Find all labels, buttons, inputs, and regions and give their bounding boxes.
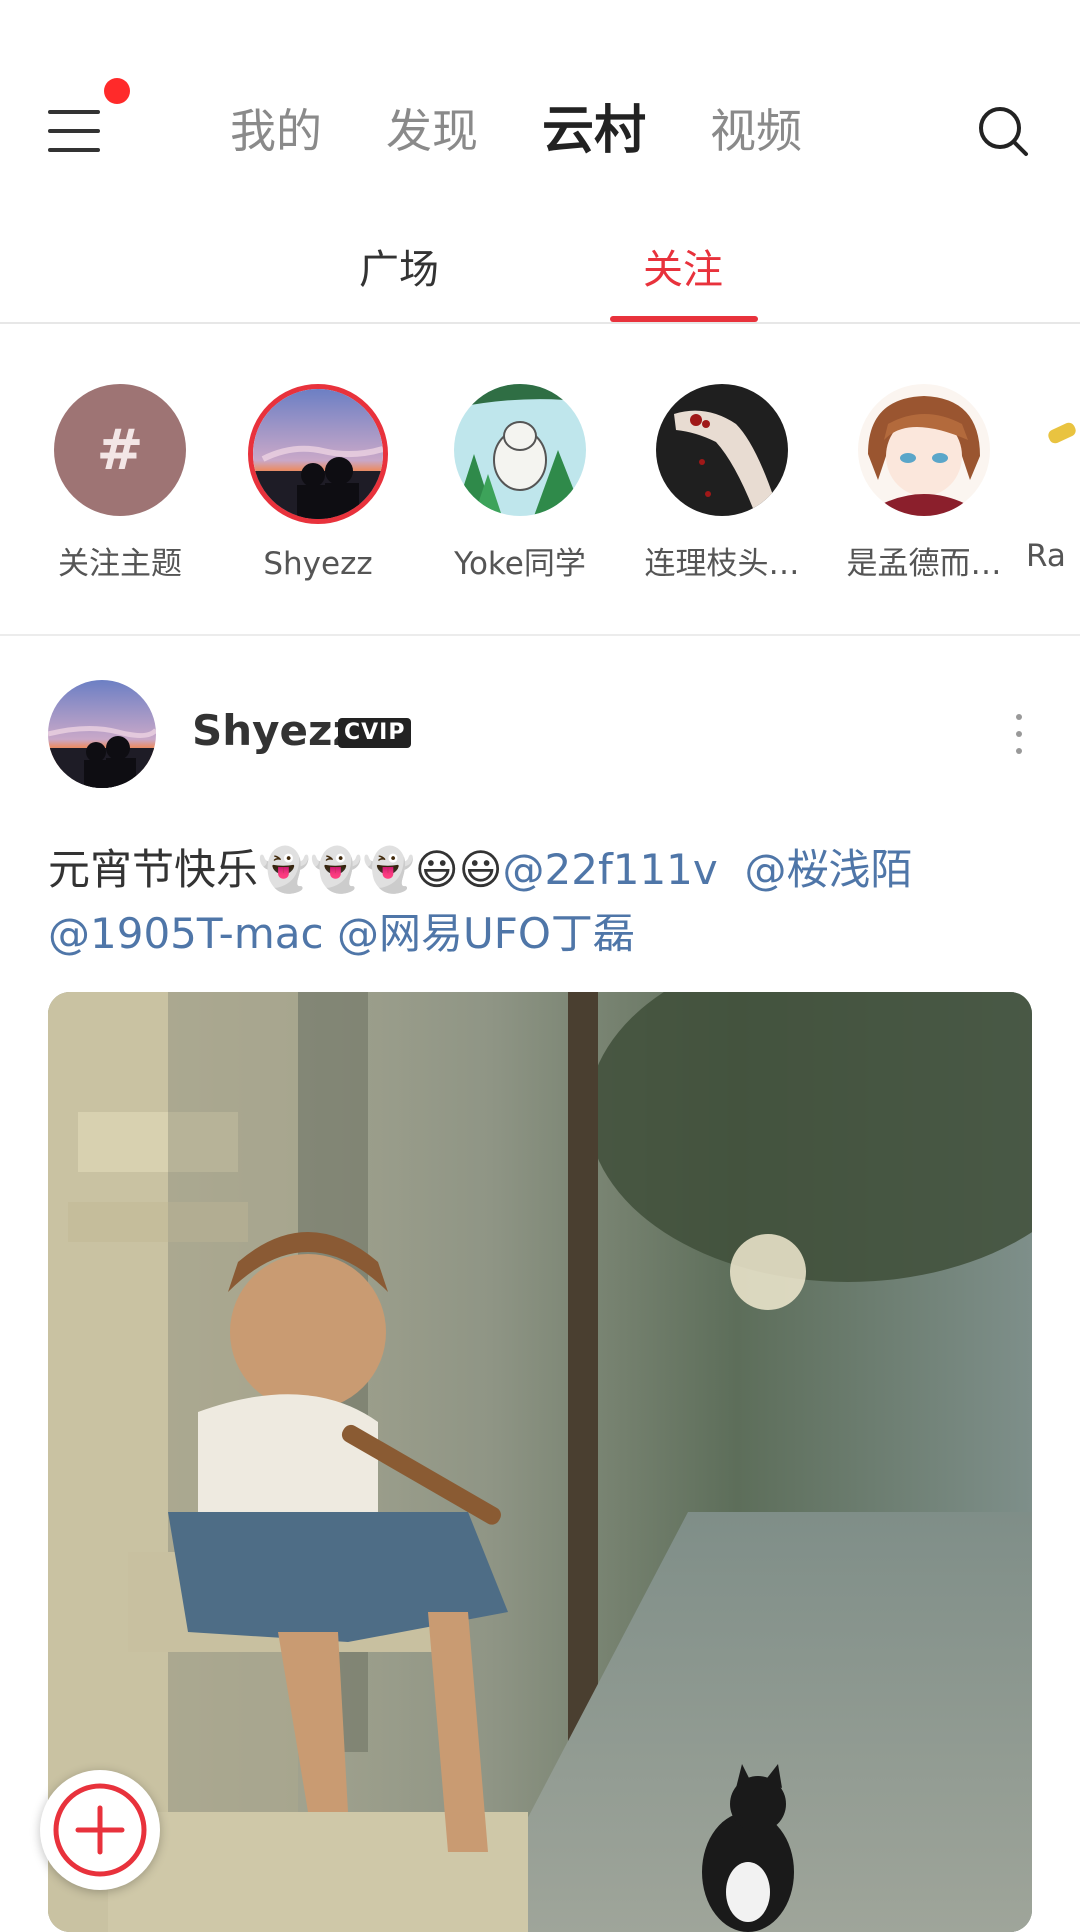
menu-icon[interactable] [48,110,100,152]
post-content: 元宵节快乐👻👻👻😃😃@22f111v @桜浅陌 @1905T-mac @网易UF… [48,838,1032,966]
following-item[interactable]: Shyezz [218,384,418,582]
avatar [858,384,990,516]
vip-badge: CVIP [338,718,412,748]
avatar [1026,384,1080,516]
mention-link[interactable]: @22f111v [503,845,718,894]
post-username[interactable]: Shyezz [192,706,357,755]
following-name: Ra [1026,538,1066,574]
top-nav: 我的 发现 云村 视频 [0,0,1080,200]
post-header: Shyezz CVIP [48,680,1032,788]
create-post-button[interactable] [40,1770,160,1890]
mention-link[interactable]: @1905T-mac [48,909,324,958]
following-name: 连理枝头… [644,546,800,582]
following-item[interactable]: 是孟德而… [824,384,1024,583]
smile-emoji: 😃 [458,845,503,894]
hashtag-icon: # [54,384,186,516]
following-item[interactable]: Ra [1026,384,1080,574]
ghost-emoji: 👻 [310,845,363,894]
tab-discover[interactable]: 发现 [386,96,478,166]
ghost-emoji: 👻 [258,845,311,894]
following-item[interactable]: # 关注主题 [20,384,220,583]
avatar [656,384,788,516]
tab-mine[interactable]: 我的 [230,96,322,166]
mention-link[interactable]: @网易UFO丁磊 [337,909,635,958]
post-image[interactable] [48,992,1032,1932]
following-name: Yoke同学 [454,546,586,582]
notification-dot [104,78,130,104]
smile-emoji: 😃 [414,845,459,894]
following-name: Shyezz [263,546,373,582]
tab-video[interactable]: 视频 [710,96,802,166]
search-icon[interactable] [976,104,1030,158]
following-name: 是孟德而… [846,546,1002,582]
more-options-icon[interactable] [1014,714,1024,758]
avatar[interactable] [48,680,156,788]
avatar [454,384,586,516]
active-tab-indicator [610,316,758,322]
following-name: 关注主题 [58,546,182,582]
tab-cloud-village[interactable]: 云村 [542,96,646,166]
plus-circle-icon [53,1783,147,1877]
tab-square[interactable]: 广场 [324,242,474,298]
avatar [248,384,388,524]
following-list: # 关注主题 Shyezz Yoke同学 连理枝头… 是孟德而… Ra [0,324,1080,636]
main-tabs: 我的 发现 云村 视频 [230,96,866,166]
post-text: 元宵节快乐 [48,845,259,894]
sub-tabs: 广场 关注 [0,230,1080,324]
tab-following[interactable]: 关注 [608,242,758,298]
mention-link[interactable]: @桜浅陌 [744,845,912,894]
following-item[interactable]: 连理枝头… [622,384,822,583]
ghost-emoji: 👻 [362,845,415,894]
following-item[interactable]: Yoke同学 [420,384,620,583]
